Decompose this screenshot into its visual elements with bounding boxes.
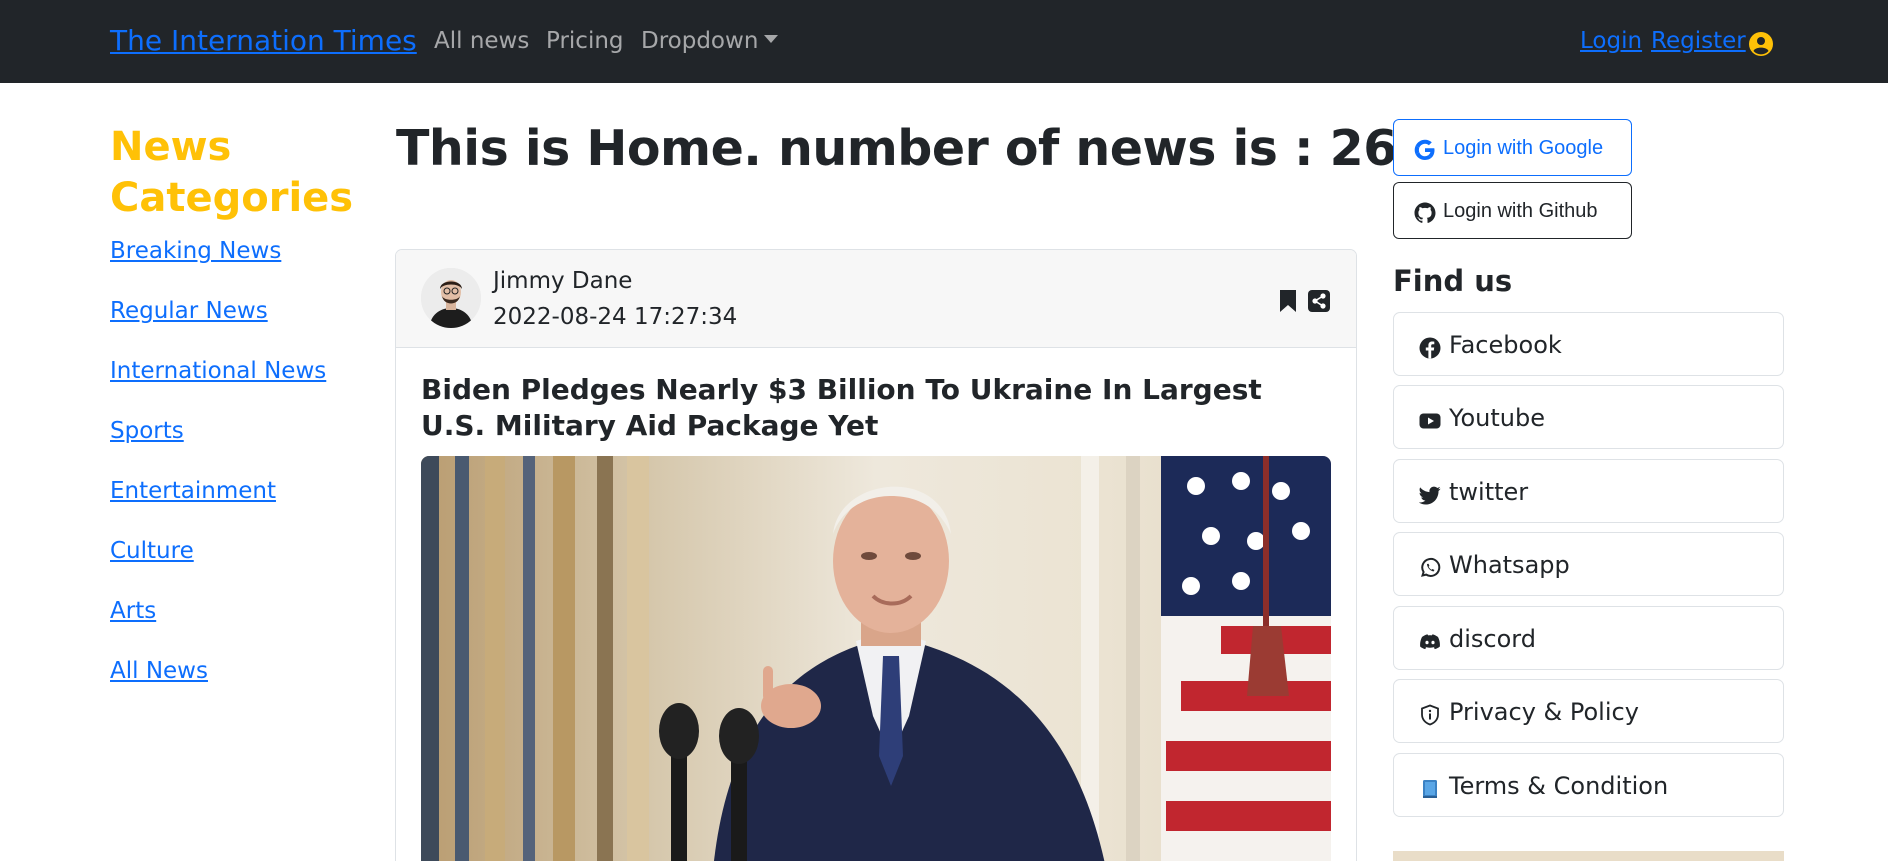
login-google-button[interactable]: Login with Google — [1393, 119, 1632, 176]
register-link[interactable]: Register — [1651, 28, 1746, 54]
terms-condition-link[interactable]: Terms & Condition — [1393, 753, 1784, 817]
brand-link[interactable]: The Internation Times — [110, 24, 417, 57]
social-label: Privacy & Policy — [1449, 698, 1639, 726]
nav-pricing[interactable]: Pricing — [546, 28, 624, 54]
login-github-label: Login with Github — [1443, 200, 1598, 222]
social-label: Whatsapp — [1449, 551, 1570, 579]
category-link[interactable]: All News — [110, 658, 208, 684]
google-icon — [1414, 139, 1435, 160]
shield-icon — [1421, 704, 1439, 726]
social-whatsapp[interactable]: Whatsapp — [1393, 532, 1784, 596]
find-us-title: Find us — [1393, 264, 1513, 298]
whatsapp-icon — [1421, 557, 1441, 577]
discord-icon — [1420, 634, 1440, 650]
social-label: discord — [1449, 625, 1536, 653]
bookmark-icon[interactable] — [1279, 289, 1297, 313]
social-label: Youtube — [1449, 404, 1545, 432]
user-circle-icon[interactable] — [1749, 32, 1773, 56]
published-date: 2022-08-24 17:27:34 — [493, 304, 738, 330]
author-avatar — [421, 268, 481, 328]
social-facebook[interactable]: Facebook — [1393, 312, 1784, 376]
nav-dropdown-label: Dropdown — [641, 28, 759, 54]
social-label: twitter — [1449, 478, 1529, 506]
social-label: Facebook — [1449, 331, 1562, 359]
news-title[interactable]: Biden Pledges Nearly $3 Billion To Ukrai… — [421, 372, 1331, 444]
news-card: Jimmy Dane 2022-08-24 17:27:34 Biden Ple… — [395, 249, 1357, 861]
category-link[interactable]: Arts — [110, 598, 156, 624]
news-card-header: Jimmy Dane 2022-08-24 17:27:34 — [396, 250, 1356, 348]
category-link[interactable]: Culture — [110, 538, 194, 564]
news-image[interactable] — [421, 456, 1331, 861]
twitter-icon — [1419, 486, 1441, 505]
share-icon[interactable] — [1308, 290, 1330, 312]
login-link[interactable]: Login — [1580, 28, 1642, 54]
facebook-icon — [1419, 337, 1441, 359]
caret-down-icon — [764, 35, 779, 43]
category-link[interactable]: Entertainment — [110, 478, 276, 504]
social-label: Terms & Condition — [1449, 772, 1669, 800]
github-icon — [1414, 202, 1436, 223]
login-github-button[interactable]: Login with Github — [1393, 182, 1632, 239]
social-discord[interactable]: discord — [1393, 606, 1784, 670]
nav-all-news[interactable]: All news — [434, 28, 529, 54]
social-youtube[interactable]: Youtube — [1393, 385, 1784, 449]
category-link[interactable]: Sports — [110, 418, 184, 444]
categories-title: News Categories — [110, 124, 354, 221]
privacy-policy-link[interactable]: Privacy & Policy — [1393, 679, 1784, 743]
page-title: This is Home. number of news is : 26 — [396, 120, 1397, 177]
youtube-icon — [1419, 413, 1441, 429]
category-link[interactable]: Breaking News — [110, 238, 281, 264]
author-name: Jimmy Dane — [493, 268, 633, 294]
nav-dropdown[interactable]: Dropdown — [641, 28, 779, 54]
login-google-label: Login with Google — [1443, 137, 1604, 159]
category-link[interactable]: International News — [110, 358, 326, 384]
social-twitter[interactable]: twitter — [1393, 459, 1784, 523]
category-link[interactable]: Regular News — [110, 298, 268, 324]
top-navbar: The Internation Times All news Pricing D… — [0, 0, 1888, 83]
book-icon — [1423, 780, 1437, 798]
ad-image — [1393, 851, 1784, 861]
